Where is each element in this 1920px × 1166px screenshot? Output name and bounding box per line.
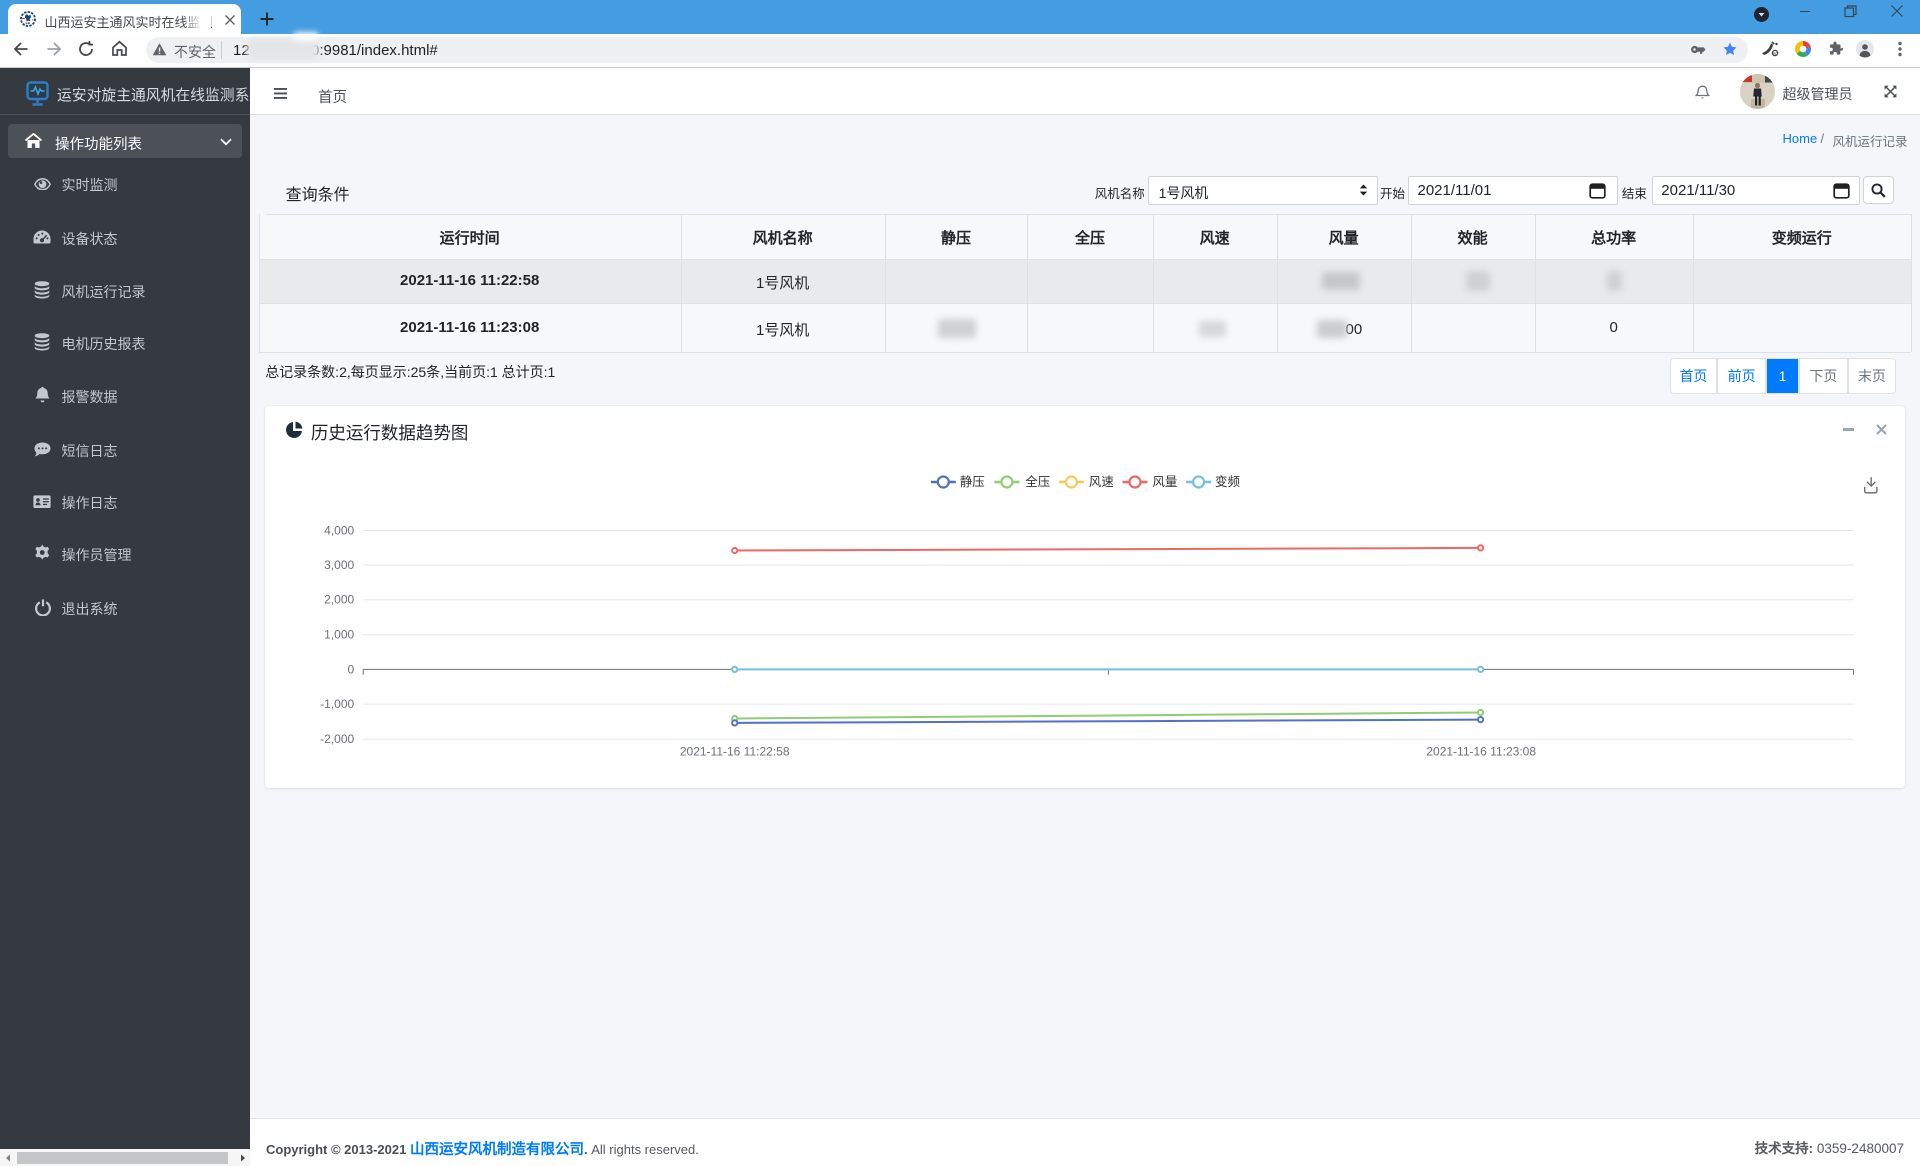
- svg-text:风速: 风速: [1089, 475, 1115, 489]
- svg-text:4,000: 4,000: [324, 524, 354, 538]
- svg-text:全压: 全压: [1025, 474, 1050, 489]
- svg-text:变频: 变频: [1215, 474, 1241, 489]
- svg-text:0: 0: [347, 663, 354, 677]
- svg-text:2021-11-16 11:23:08: 2021-11-16 11:23:08: [1426, 745, 1536, 759]
- svg-text:3,000: 3,000: [324, 558, 354, 572]
- svg-text:风量: 风量: [1152, 475, 1177, 489]
- svg-text:-2,000: -2,000: [320, 732, 354, 746]
- svg-text:2021-11-16 11:22:58: 2021-11-16 11:22:58: [680, 745, 790, 759]
- svg-text:静压: 静压: [959, 475, 984, 489]
- svg-text:1,000: 1,000: [324, 628, 354, 642]
- svg-text:-1,000: -1,000: [320, 697, 354, 711]
- svg-text:en: en: [1773, 51, 1779, 56]
- svg-text:2,000: 2,000: [324, 593, 354, 607]
